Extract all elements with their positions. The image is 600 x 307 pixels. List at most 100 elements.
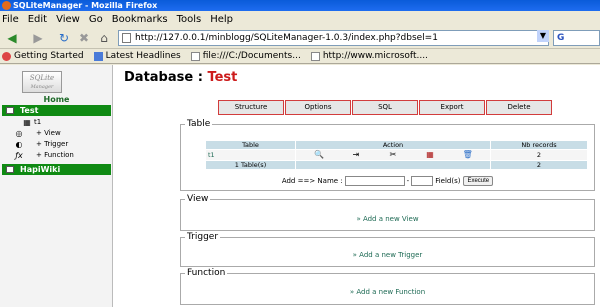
- tree-label: t1: [34, 118, 42, 126]
- menu-tools[interactable]: Tools: [177, 14, 202, 25]
- url-dropdown-icon[interactable]: ▼: [537, 30, 549, 42]
- bookmarks-toolbar: Getting Started Latest Headlines file://…: [0, 49, 600, 64]
- tab-bar: Structure Options SQL Export Delete: [218, 100, 553, 115]
- table-icon: ▦: [23, 118, 31, 127]
- menu-help[interactable]: Help: [210, 14, 233, 25]
- tab-delete[interactable]: Delete: [486, 100, 552, 115]
- tree-label: + View: [36, 129, 61, 137]
- stop-icon[interactable]: ✖: [76, 31, 92, 46]
- navigation-toolbar: ◀ ▶ ↻ ✖ ⌂ http://127.0.0.1/minblogg/SQLi…: [0, 28, 600, 49]
- search-engine-label: G: [557, 33, 565, 43]
- tab-structure[interactable]: Structure: [218, 100, 284, 115]
- tab-sql[interactable]: SQL: [352, 100, 418, 115]
- function-section: Function » Add a new Function: [180, 268, 595, 305]
- page-content: SQLite Manager Home Test ▦ t1 ◎ + View ◐…: [0, 65, 600, 307]
- insert-icon[interactable]: ⇥: [351, 151, 360, 159]
- bookmark-label: Latest Headlines: [105, 51, 181, 61]
- column-header-table: Table: [205, 140, 296, 150]
- table-row: t1 🔍 ⇥ ✂ ▦ 🗑 2: [205, 149, 588, 161]
- logo-subtext: Manager: [30, 84, 54, 90]
- folder-icon: [93, 51, 103, 61]
- table-section: Table Table Action Nb records t1 🔍 ⇥ ✂ ▦…: [180, 119, 595, 191]
- empty-icon[interactable]: ▦: [426, 151, 435, 159]
- function-icon: ƒx: [15, 151, 23, 160]
- bookmark-latest-headlines[interactable]: Latest Headlines: [93, 51, 181, 61]
- records-total: 2: [490, 160, 588, 170]
- trigger-section: Trigger » Add a new Trigger: [180, 232, 595, 267]
- window-title: SQLiteManager - Mozilla Firefox: [13, 1, 158, 10]
- table-legend: Table: [185, 119, 213, 129]
- action-cell: 🔍 ⇥ ✂ ▦ 🗑: [295, 149, 491, 161]
- firefox-icon: [2, 1, 11, 10]
- fields-label: Field(s): [435, 177, 461, 185]
- browse-icon[interactable]: 🔍: [314, 151, 324, 159]
- sidebar-db-test[interactable]: Test: [2, 105, 111, 116]
- url-text: http://127.0.0.1/minblogg/SQLiteManager-…: [135, 33, 438, 43]
- home-link[interactable]: Home: [0, 95, 113, 104]
- cut-icon[interactable]: ✂: [389, 151, 398, 159]
- page-title: Database : Test: [124, 70, 237, 85]
- view-legend: View: [185, 194, 211, 204]
- bookmark-file-documents[interactable]: file:///C:/Documents...: [190, 51, 301, 61]
- db-label: Test: [20, 106, 39, 115]
- trigger-icon: ◐: [15, 140, 23, 149]
- tab-export[interactable]: Export: [419, 100, 485, 115]
- bookmark-label: Getting Started: [14, 51, 84, 61]
- menu-file[interactable]: File: [2, 14, 19, 25]
- table-summary-row: 1 Table(s) 2: [205, 160, 588, 170]
- logo-text: SQLite: [29, 74, 55, 82]
- page-icon: [310, 51, 320, 61]
- url-bar[interactable]: http://127.0.0.1/minblogg/SQLiteManager-…: [118, 30, 549, 46]
- sidebar-item-function[interactable]: ƒx + Function: [2, 150, 111, 161]
- tree-label: + Trigger: [36, 140, 69, 148]
- search-input[interactable]: G: [553, 30, 600, 46]
- execute-button[interactable]: Execute: [463, 176, 494, 186]
- records-count: 2: [490, 149, 588, 161]
- tables-count: 1 Table(s): [205, 160, 296, 170]
- database-icon: [6, 166, 14, 173]
- function-legend: Function: [185, 268, 228, 278]
- sidebar: SQLite Manager Home Test ▦ t1 ◎ + View ◐…: [0, 65, 113, 307]
- page-icon: [122, 33, 131, 43]
- forward-arrow-icon[interactable]: ▶: [30, 31, 46, 46]
- bookmark-label: http://www.microsoft....: [322, 51, 428, 61]
- view-section: View » Add a new View: [180, 194, 595, 231]
- page-icon: [190, 51, 200, 61]
- view-icon: ◎: [15, 129, 23, 138]
- table-name-link[interactable]: t1: [205, 149, 296, 161]
- sqlitemanager-logo[interactable]: SQLite Manager: [22, 71, 62, 93]
- database-icon: [6, 107, 14, 114]
- delete-icon[interactable]: 🗑: [463, 151, 473, 159]
- bookmark-microsoft[interactable]: http://www.microsoft....: [310, 51, 428, 61]
- add-view-link[interactable]: » Add a new View: [181, 215, 594, 223]
- menu-view[interactable]: View: [56, 14, 80, 25]
- main-panel: Database : Test Structure Options SQL Ex…: [118, 65, 600, 307]
- add-trigger-link[interactable]: » Add a new Trigger: [181, 251, 594, 259]
- add-function-link[interactable]: » Add a new Function: [181, 288, 594, 296]
- window-title-bar: SQLiteManager - Mozilla Firefox: [0, 0, 600, 11]
- dash-separator: -: [406, 177, 410, 185]
- tree-label: + Function: [36, 151, 74, 159]
- column-header-records: Nb records: [490, 140, 588, 150]
- home-icon[interactable]: ⌂: [96, 31, 112, 46]
- column-header-action: Action: [295, 140, 491, 150]
- firefox-bookmark-icon: [2, 51, 11, 61]
- table-name-input[interactable]: [344, 176, 405, 186]
- bookmark-getting-started[interactable]: Getting Started: [2, 51, 84, 61]
- add-table-form: Add ==> Name : - Field(s) Execute: [181, 176, 594, 186]
- menu-edit[interactable]: Edit: [28, 14, 47, 25]
- sidebar-item-view[interactable]: ◎ + View: [2, 128, 111, 139]
- db-label: HapiWiki: [20, 165, 61, 174]
- tab-options[interactable]: Options: [285, 100, 351, 115]
- menu-go[interactable]: Go: [89, 14, 103, 25]
- sidebar-item-trigger[interactable]: ◐ + Trigger: [2, 139, 111, 150]
- bookmark-label: file:///C:/Documents...: [202, 51, 301, 61]
- field-count-input[interactable]: [411, 176, 434, 186]
- menu-bookmarks[interactable]: Bookmarks: [112, 14, 168, 25]
- reload-icon[interactable]: ↻: [56, 31, 72, 46]
- sidebar-item-t1[interactable]: ▦ t1: [2, 117, 111, 128]
- back-arrow-icon[interactable]: ◀: [4, 31, 20, 46]
- sidebar-db-hapiwiki[interactable]: HapiWiki: [2, 164, 111, 175]
- trigger-legend: Trigger: [185, 232, 221, 242]
- add-table-label: Add ==> Name :: [281, 177, 343, 185]
